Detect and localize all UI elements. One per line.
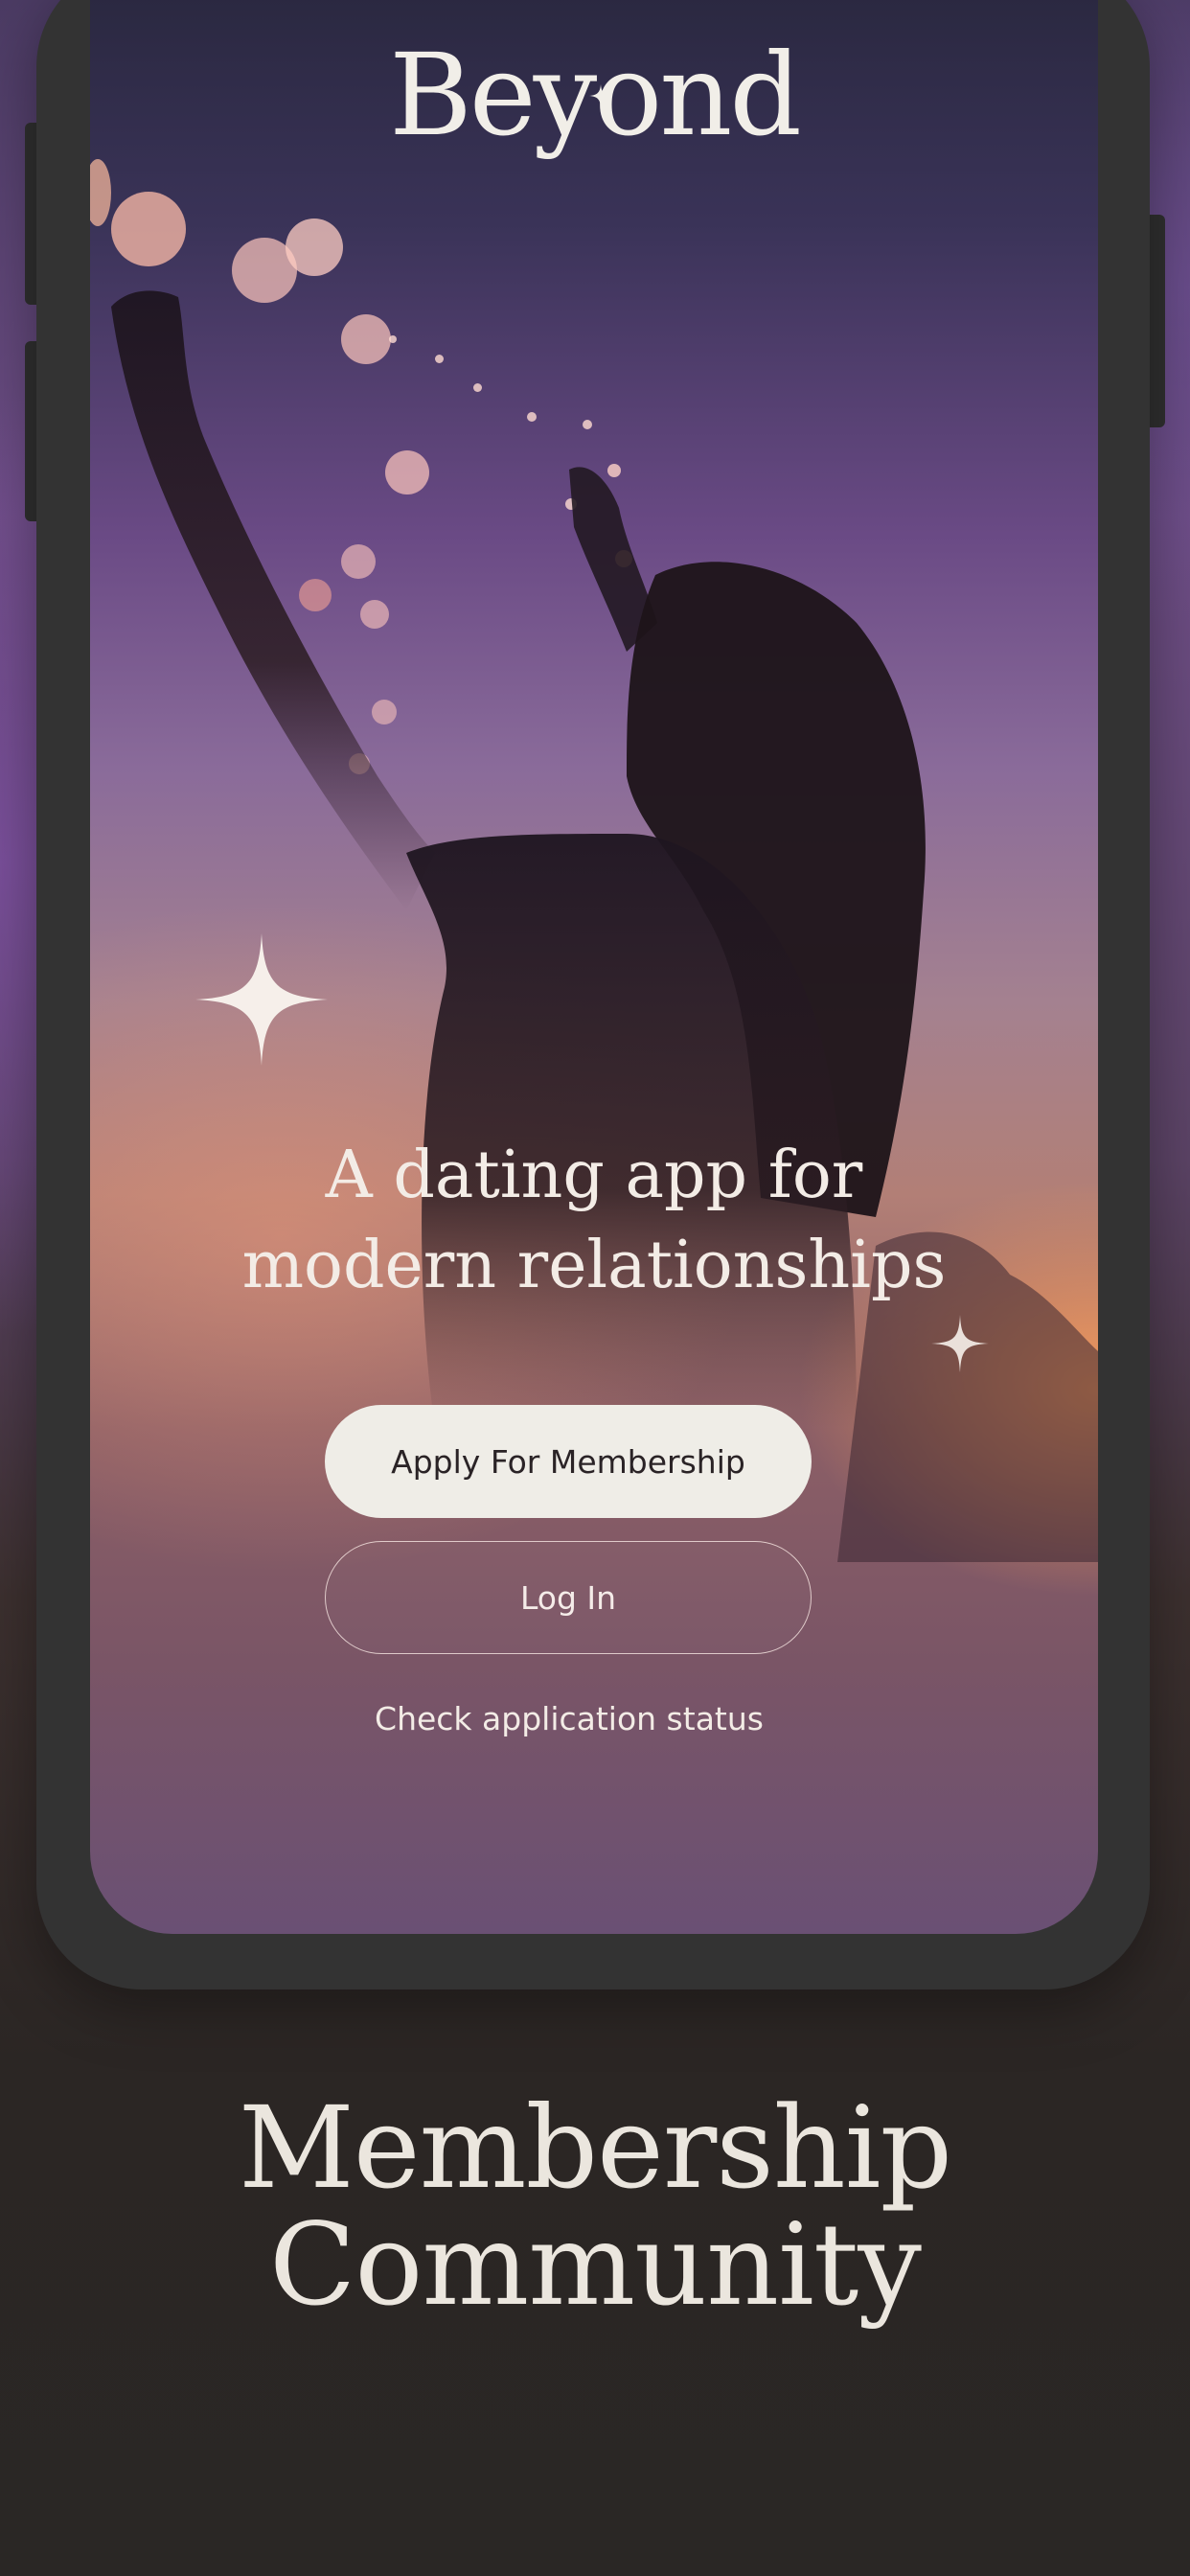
logo-star-icon — [589, 84, 612, 107]
apply-membership-button[interactable]: Apply For Membership — [325, 1405, 812, 1518]
promo-headline-line-1: Membership — [238, 2082, 952, 2214]
promo-headline: Membership Community — [0, 2089, 1190, 2323]
apply-membership-label: Apply For Membership — [391, 1442, 745, 1481]
check-application-status-link[interactable]: Check application status — [90, 1700, 1048, 1737]
tagline-line-1: A dating app for — [325, 1138, 863, 1213]
app-screen: Beyond A dating app for modern relations… — [90, 0, 1098, 1934]
login-label: Log In — [519, 1578, 617, 1617]
tagline: A dating app for modern relationships — [90, 1131, 1098, 1311]
large-sparkle-icon — [195, 933, 328, 1066]
promo-headline-line-2: Community — [269, 2198, 922, 2331]
small-sparkle-icon — [931, 1315, 989, 1372]
login-button[interactable]: Log In — [325, 1541, 812, 1654]
tagline-line-2: modern relationships — [241, 1228, 947, 1303]
